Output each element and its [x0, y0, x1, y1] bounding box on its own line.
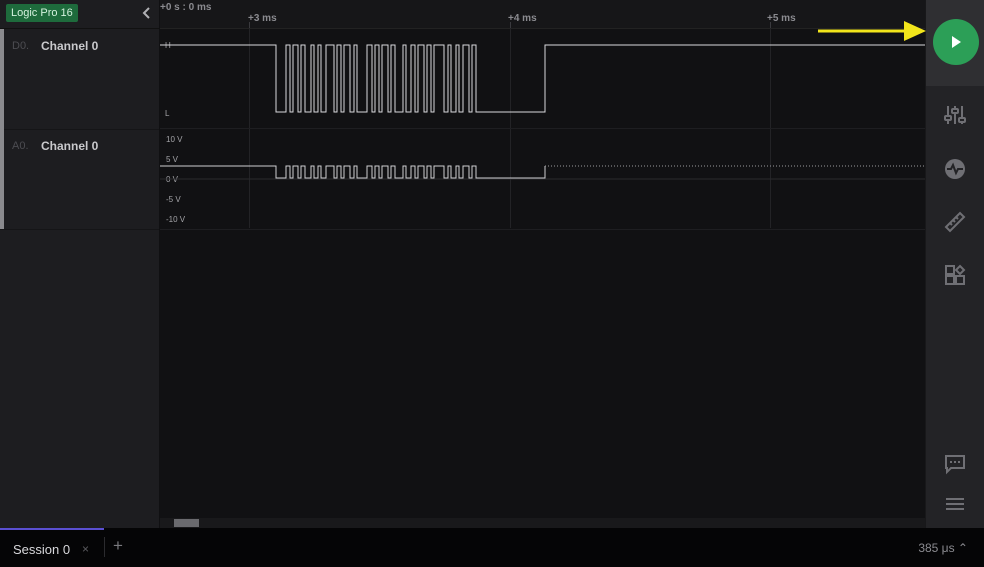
- analyzer-icon: [945, 159, 965, 179]
- channel-color-marker: [0, 29, 4, 129]
- add-session-button[interactable]: +: [113, 536, 123, 556]
- start-capture-button[interactable]: [933, 19, 979, 65]
- session-label: Session 0: [13, 542, 71, 557]
- extensions-icon: [945, 264, 966, 285]
- horizontal-scrollbar[interactable]: [160, 518, 925, 528]
- start-button-container: [926, 0, 984, 86]
- scrollbar-thumb[interactable]: [174, 519, 199, 527]
- collapse-panel-button[interactable]: [140, 5, 154, 21]
- timing-readout[interactable]: 385 μs ⌃: [918, 541, 968, 555]
- play-icon: [952, 36, 961, 48]
- sliders-icon: [944, 106, 966, 124]
- annotation-arrow-icon: [818, 21, 926, 41]
- time-label: +5 ms: [767, 13, 796, 24]
- channel-id: A0.: [12, 140, 29, 152]
- channel-id: D0.: [12, 40, 30, 52]
- device-settings-button[interactable]: [943, 103, 967, 127]
- session-tab[interactable]: Session 0 ×: [0, 528, 104, 567]
- measurements-button[interactable]: [943, 210, 967, 234]
- channel-color-marker: [0, 129, 4, 229]
- device-header: Logic Pro 16: [0, 0, 159, 29]
- digital-lane[interactable]: H L: [160, 28, 925, 129]
- waveform-view[interactable]: +0 s : 0 ms +3 ms +4 ms +5 ms H L 10 V 5…: [160, 0, 925, 518]
- channel-row-digital[interactable]: D0. Channel 0: [0, 29, 159, 130]
- menu-icon: [946, 498, 964, 510]
- tab-divider: [104, 537, 105, 557]
- close-session-icon[interactable]: ×: [82, 542, 89, 556]
- device-badge[interactable]: Logic Pro 16: [6, 4, 78, 22]
- time-label: +4 ms: [508, 13, 537, 24]
- time-ruler[interactable]: +0 s : 0 ms +3 ms +4 ms +5 ms: [160, 0, 925, 29]
- channel-name[interactable]: Channel 0: [41, 139, 98, 153]
- main-menu-button[interactable]: [943, 492, 967, 516]
- channel-panel: Logic Pro 16 D0. Channel 0 A0. Channel 0: [0, 0, 160, 528]
- feedback-button[interactable]: [943, 452, 967, 476]
- chevron-left-icon: [142, 7, 150, 19]
- analog-lane[interactable]: 10 V 5 V 0 V -5 V -10 V: [160, 129, 925, 230]
- ruler-icon: [944, 211, 966, 233]
- channel-row-analog[interactable]: A0. Channel 0: [0, 129, 159, 230]
- chat-icon: [945, 455, 965, 475]
- extensions-button[interactable]: [943, 263, 967, 287]
- analog-waveform: [160, 165, 925, 180]
- digital-waveform: [160, 44, 925, 113]
- right-toolbar: [925, 0, 984, 528]
- channel-name[interactable]: Channel 0: [41, 39, 98, 53]
- ruler-origin: +0 s : 0 ms: [160, 2, 212, 13]
- time-label: +3 ms: [248, 13, 277, 24]
- analyzers-button[interactable]: [943, 157, 967, 181]
- bottom-bar: Session 0 × + 385 μs ⌃: [0, 528, 984, 567]
